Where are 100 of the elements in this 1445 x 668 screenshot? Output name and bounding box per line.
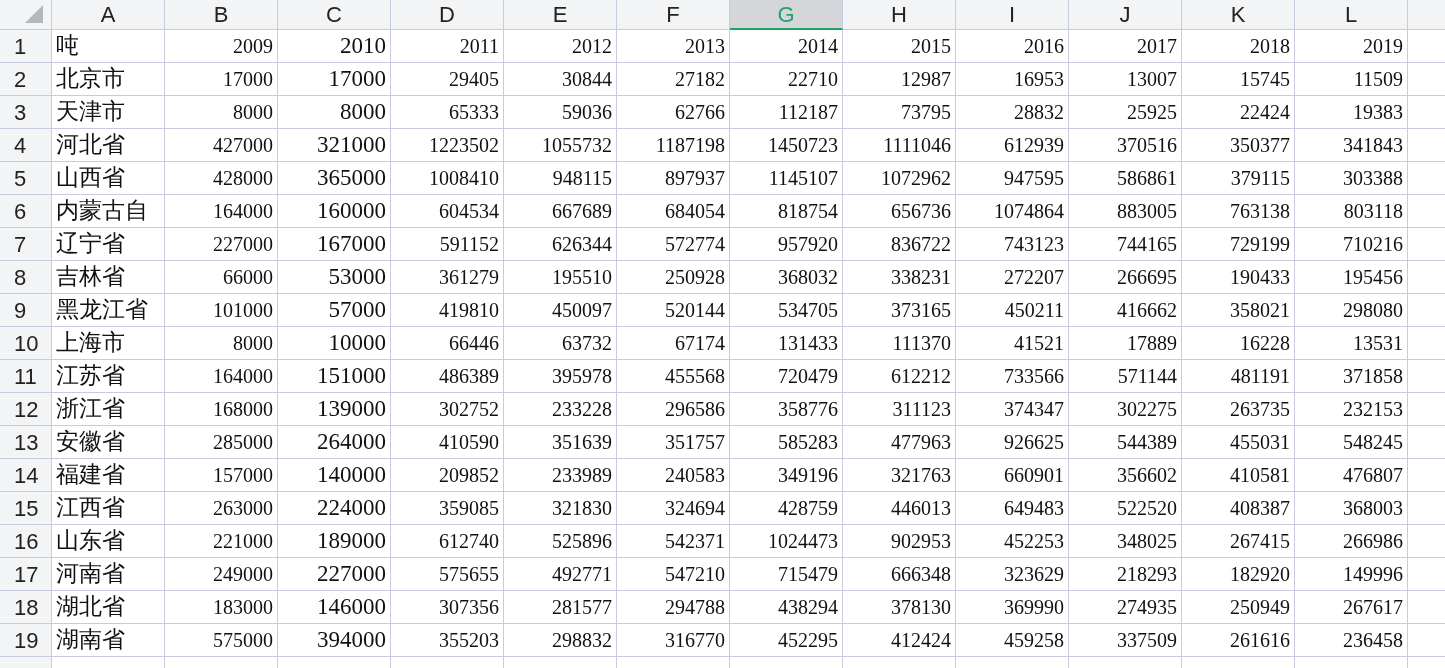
table-cell: 1024473 (730, 525, 843, 558)
table-cell: 北京市 (52, 63, 165, 96)
table-cell: 323629 (956, 558, 1069, 591)
table-cell: 57000 (278, 294, 391, 327)
table-cell: 16953 (956, 63, 1069, 96)
row-header[interactable]: 19 (0, 624, 52, 657)
table-cell: 274935 (1069, 591, 1182, 624)
table-cell: 481191 (1182, 360, 1295, 393)
table-cell: 902953 (843, 525, 956, 558)
column-header[interactable]: B (165, 0, 278, 30)
table-cell: 183000 (165, 591, 278, 624)
table-cell: 656736 (843, 195, 956, 228)
table-cell: 27182 (617, 63, 730, 96)
row-header[interactable]: 1 (0, 30, 52, 63)
table-cell: 250928 (617, 261, 730, 294)
table-cell: 522520 (1069, 492, 1182, 525)
table-cell: 65333 (391, 96, 504, 129)
table-cell: 天津市 (52, 96, 165, 129)
row-header[interactable]: 5 (0, 162, 52, 195)
row-header[interactable]: 4 (0, 129, 52, 162)
table-cell: 2011 (391, 30, 504, 63)
column-header[interactable]: L (1295, 0, 1408, 30)
table-cell: 30844 (504, 63, 617, 96)
table-cell: 1074864 (956, 195, 1069, 228)
table-cell: 926625 (956, 426, 1069, 459)
table-cell: 341843 (1295, 129, 1408, 162)
table-cell: 2009 (165, 30, 278, 63)
table-cell: 29405 (391, 63, 504, 96)
table-cell: 263735 (1182, 393, 1295, 426)
row-header[interactable]: 14 (0, 459, 52, 492)
column-header[interactable]: J (1069, 0, 1182, 30)
row-header[interactable]: 10 (0, 327, 52, 360)
row-header[interactable]: 13 (0, 426, 52, 459)
row-header[interactable]: 7 (0, 228, 52, 261)
table-cell: 379115 (1182, 162, 1295, 195)
table-cell: 63732 (504, 327, 617, 360)
select-all-corner[interactable] (0, 0, 52, 30)
table-cell: 112187 (730, 96, 843, 129)
table-cell: 378130 (843, 591, 956, 624)
table-cell: 267617 (1295, 591, 1408, 624)
table-cell: 湖北省 (52, 591, 165, 624)
table-cell: 361279 (391, 261, 504, 294)
table-cell: 12987 (843, 63, 956, 96)
table-cell: 394000 (278, 624, 391, 657)
table-cell: 266695 (1069, 261, 1182, 294)
row-header[interactable]: 9 (0, 294, 52, 327)
table-cell: 455031 (1182, 426, 1295, 459)
table-cell: 13531 (1295, 327, 1408, 360)
table-cell: 947595 (956, 162, 1069, 195)
table-cell: 1072962 (843, 162, 956, 195)
table-cell: 763138 (1182, 195, 1295, 228)
column-header[interactable]: I (956, 0, 1069, 30)
row-header[interactable]: 6 (0, 195, 52, 228)
table-cell: 1187198 (617, 129, 730, 162)
column-header[interactable]: A (52, 0, 165, 30)
table-cell: 321000 (278, 129, 391, 162)
row-header[interactable]: 8 (0, 261, 52, 294)
table-cell: 542371 (617, 525, 730, 558)
table-cell: 上海市 (52, 327, 165, 360)
table-cell: 492771 (504, 558, 617, 591)
row-header[interactable]: 3 (0, 96, 52, 129)
table-cell: 227000 (165, 228, 278, 261)
column-header[interactable]: C (278, 0, 391, 30)
table-cell: 547210 (617, 558, 730, 591)
table-cell: 内蒙古自 (52, 195, 165, 228)
row-header[interactable]: 12 (0, 393, 52, 426)
table-cell: 452253 (956, 525, 1069, 558)
table-cell: 101000 (165, 294, 278, 327)
table-cell: 2018 (1182, 30, 1295, 63)
table-cell: 195510 (504, 261, 617, 294)
column-header[interactable]: E (504, 0, 617, 30)
table-cell: 261616 (1182, 624, 1295, 657)
row-header[interactable]: 2 (0, 63, 52, 96)
table-cell: 249000 (165, 558, 278, 591)
table-cell: 209852 (391, 459, 504, 492)
column-header[interactable]: F (617, 0, 730, 30)
table-cell: 131433 (730, 327, 843, 360)
table-cell: 17889 (1069, 327, 1182, 360)
table-cell: 25925 (1069, 96, 1182, 129)
table-cell: 428759 (730, 492, 843, 525)
table-cell: 803118 (1295, 195, 1408, 228)
row-header[interactable]: 15 (0, 492, 52, 525)
table-cell: 572774 (617, 228, 730, 261)
column-header[interactable]: D (391, 0, 504, 30)
table-cell: 459258 (956, 624, 1069, 657)
column-header[interactable]: K (1182, 0, 1295, 30)
table-cell: 1450723 (730, 129, 843, 162)
table-cell: 河北省 (52, 129, 165, 162)
row-header[interactable]: 18 (0, 591, 52, 624)
table-cell: 548245 (1295, 426, 1408, 459)
row-header[interactable]: 17 (0, 558, 52, 591)
row-header[interactable]: 16 (0, 525, 52, 558)
table-cell: 586861 (1069, 162, 1182, 195)
table-cell: 189000 (278, 525, 391, 558)
column-header[interactable]: H (843, 0, 956, 30)
table-cell: 111370 (843, 327, 956, 360)
row-header[interactable]: 11 (0, 360, 52, 393)
table-cell: 296586 (617, 393, 730, 426)
table-cell: 吨 (52, 30, 165, 63)
table-cell: 660901 (956, 459, 1069, 492)
